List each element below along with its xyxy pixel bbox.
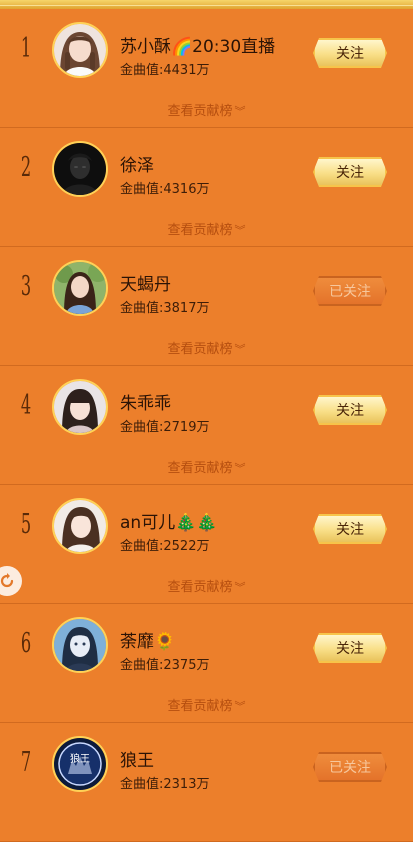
logo-text: 狼王 xyxy=(70,752,90,765)
avatar[interactable] xyxy=(52,141,108,197)
user-name[interactable]: 苏小酥🌈20:30直播 xyxy=(120,32,275,57)
user-name[interactable]: 狼王 xyxy=(120,746,154,771)
avatar[interactable] xyxy=(52,379,108,435)
rank-number: 7 xyxy=(20,747,32,778)
avatar[interactable] xyxy=(52,498,108,554)
ranking-row: 4 朱乖乖 金曲值:2719万 关注 查看贡献榜 ︾ xyxy=(0,366,413,485)
user-name[interactable]: 天蝎丹 xyxy=(120,270,171,295)
refresh-icon xyxy=(0,573,14,588)
user-name[interactable]: 荼靡🌻 xyxy=(120,627,175,652)
chevron-down-icon: ︾ xyxy=(234,343,246,356)
view-contribution-link[interactable]: 查看贡献榜 ︾ xyxy=(0,576,413,595)
ranking-row: 3 天蝎丹 金曲值:3817万 已关注 查看贡献榜 ︾ xyxy=(0,247,413,366)
score-value: 金曲值:3817万 xyxy=(120,301,210,316)
avatar[interactable] xyxy=(52,260,108,316)
contribution-label: 查看贡献榜 xyxy=(167,342,233,357)
user-name[interactable]: 徐泽 xyxy=(120,151,154,176)
follow-button[interactable]: 关注 xyxy=(313,157,387,187)
top-gold-strip xyxy=(0,0,413,9)
avatar[interactable] xyxy=(52,617,108,673)
rank-number: 3 xyxy=(20,271,32,302)
user-name[interactable]: 朱乖乖 xyxy=(120,389,171,414)
rank-number: 5 xyxy=(20,509,32,540)
score-value: 金曲值:2522万 xyxy=(120,539,210,554)
avatar[interactable]: 狼王 xyxy=(52,736,108,792)
chevron-down-icon: ︾ xyxy=(234,700,246,713)
follow-button[interactable]: 关注 xyxy=(313,38,387,68)
score-value: 金曲值:2313万 xyxy=(120,777,210,792)
chevron-down-icon: ︾ xyxy=(234,581,246,594)
score-value: 金曲值:4431万 xyxy=(120,63,210,78)
ranking-list: 1 苏小酥🌈20:30直播 金曲值:4431万 关注 查看贡献榜 ︾ 2 徐泽 … xyxy=(0,9,413,842)
ranking-row: 6 荼靡🌻 金曲值:2375万 关注 查看贡献榜 ︾ xyxy=(0,604,413,723)
score-value: 金曲值:2375万 xyxy=(120,658,210,673)
rank-number: 2 xyxy=(20,152,32,183)
view-contribution-link[interactable]: 查看贡献榜 ︾ xyxy=(0,219,413,238)
rank-number: 1 xyxy=(20,33,32,64)
score-value: 金曲值:2719万 xyxy=(120,420,210,435)
follow-button[interactable]: 关注 xyxy=(313,633,387,663)
ranking-row: 2 徐泽 金曲值:4316万 关注 查看贡献榜 ︾ xyxy=(0,128,413,247)
view-contribution-link[interactable]: 查看贡献榜 ︾ xyxy=(0,338,413,357)
contribution-label: 查看贡献榜 xyxy=(167,699,233,714)
view-contribution-link[interactable]: 查看贡献榜 ︾ xyxy=(0,100,413,119)
contribution-label: 查看贡献榜 xyxy=(167,104,233,119)
view-contribution-link[interactable]: 查看贡献榜 ︾ xyxy=(0,457,413,476)
rank-number: 4 xyxy=(20,390,32,421)
followed-button[interactable]: 已关注 xyxy=(313,276,387,306)
ranking-row: 5 an可儿🎄🎄 金曲值:2522万 关注 查看贡献榜 ︾ xyxy=(0,485,413,604)
follow-button[interactable]: 关注 xyxy=(313,395,387,425)
view-contribution-link[interactable]: 查看贡献榜 ︾ xyxy=(0,695,413,714)
score-value: 金曲值:4316万 xyxy=(120,182,210,197)
ranking-row: 7 狼王 狼王 金曲值:2313万 已关注 xyxy=(0,723,413,842)
contribution-label: 查看贡献榜 xyxy=(167,461,233,476)
user-name[interactable]: an可儿🎄🎄 xyxy=(120,508,218,533)
chevron-down-icon: ︾ xyxy=(234,105,246,118)
chevron-down-icon: ︾ xyxy=(234,224,246,237)
followed-button[interactable]: 已关注 xyxy=(313,752,387,782)
contribution-label: 查看贡献榜 xyxy=(167,223,233,238)
chevron-down-icon: ︾ xyxy=(234,462,246,475)
ranking-row: 1 苏小酥🌈20:30直播 金曲值:4431万 关注 查看贡献榜 ︾ xyxy=(0,9,413,128)
follow-button[interactable]: 关注 xyxy=(313,514,387,544)
rank-number: 6 xyxy=(20,628,32,659)
avatar[interactable] xyxy=(52,22,108,78)
contribution-label: 查看贡献榜 xyxy=(167,580,233,595)
